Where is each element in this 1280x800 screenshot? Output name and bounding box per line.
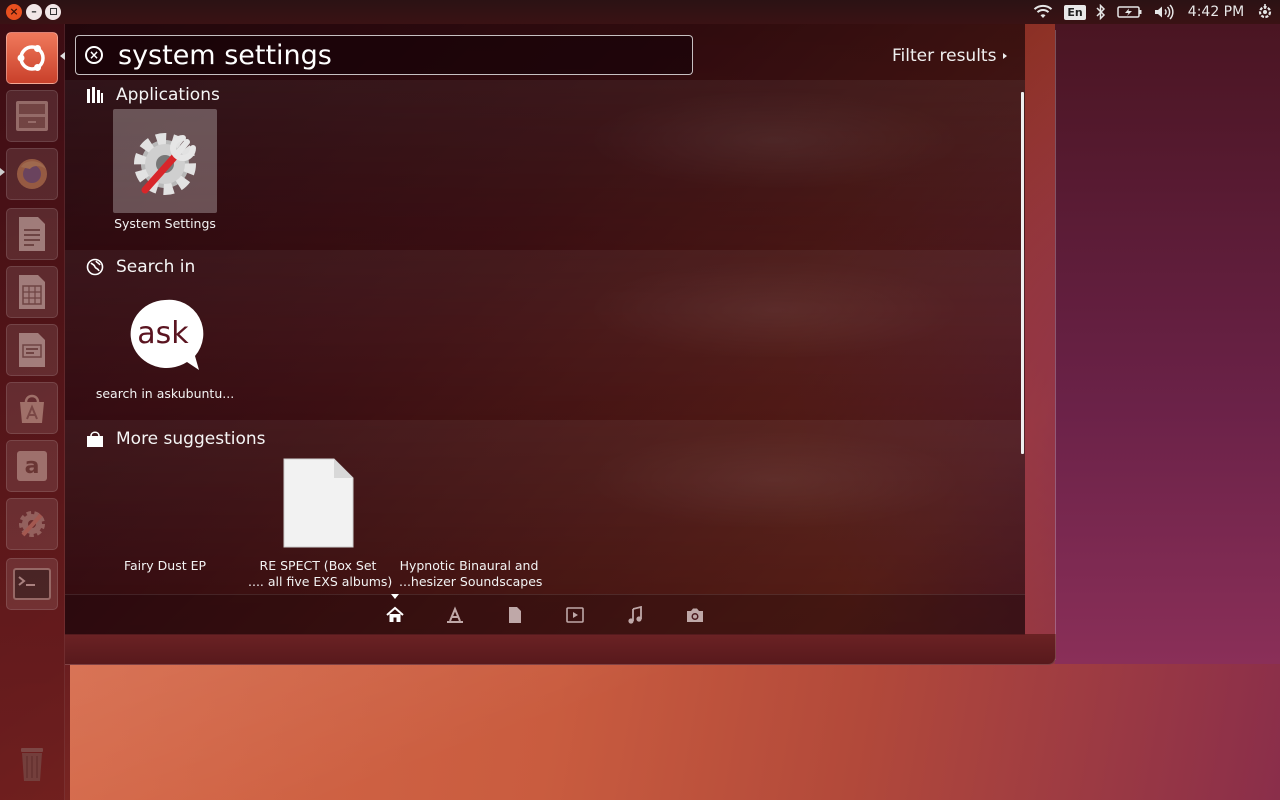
desktop-wallpaper-bottom bbox=[70, 664, 1280, 800]
amazon-icon: a bbox=[17, 451, 47, 481]
result-label: search in askubuntu... bbox=[95, 386, 235, 401]
lens-files[interactable] bbox=[504, 604, 526, 626]
askubuntu-icon: ask bbox=[130, 299, 204, 370]
category-applications[interactable]: Applications bbox=[86, 85, 220, 105]
lens-bar bbox=[65, 594, 1025, 635]
result-fairy-dust-ep[interactable]: Fairy Dust EP bbox=[95, 558, 235, 574]
applications-category-icon bbox=[86, 86, 104, 104]
category-title: More suggestions bbox=[116, 429, 266, 449]
files-lens-icon bbox=[509, 607, 521, 623]
generic-file-icon bbox=[283, 458, 354, 548]
result-label-line2: ...hesizer Soundscapes bbox=[399, 574, 543, 589]
minimize-button[interactable]: – bbox=[26, 4, 42, 20]
filter-arrow-icon[interactable] bbox=[1003, 53, 1007, 59]
search-query: system settings bbox=[118, 40, 332, 71]
dash-window-frame bbox=[65, 634, 1056, 665]
filter-results-button[interactable]: Filter results bbox=[892, 46, 996, 66]
session-gear-icon[interactable] bbox=[1254, 0, 1276, 24]
result-label-line1: Hypnotic Binaural and bbox=[399, 558, 539, 573]
keyboard-layout-label: En bbox=[1064, 4, 1086, 20]
launcher-impress[interactable] bbox=[6, 324, 58, 376]
launcher-software-center[interactable] bbox=[6, 382, 58, 434]
clock[interactable]: 4:42 PM bbox=[1186, 0, 1246, 24]
result-label-line1: RE SPECT (Box Set bbox=[259, 558, 377, 573]
impress-presentation-icon bbox=[19, 333, 45, 367]
result-respect-box-set[interactable]: RE SPECT (Box Set .... all five EXS albu… bbox=[248, 458, 393, 590]
system-settings-icon bbox=[134, 133, 196, 195]
globe-icon bbox=[86, 258, 104, 276]
lens-home[interactable] bbox=[384, 604, 406, 626]
result-label: System Settings bbox=[114, 216, 216, 231]
camera-icon bbox=[687, 608, 703, 622]
volume-icon[interactable] bbox=[1152, 0, 1176, 24]
keyboard-layout-indicator[interactable]: En bbox=[1064, 0, 1086, 24]
result-askubuntu[interactable]: ask search in askubuntu... bbox=[95, 296, 235, 402]
search-input[interactable]: × system settings bbox=[75, 35, 693, 75]
launcher-files[interactable] bbox=[6, 90, 58, 142]
maximize-button[interactable] bbox=[45, 4, 61, 20]
launcher-terminal[interactable] bbox=[6, 558, 58, 610]
running-indicator bbox=[0, 168, 5, 176]
launcher-writer[interactable] bbox=[6, 208, 58, 260]
result-label: Fairy Dust EP bbox=[123, 558, 207, 573]
svg-text:ask: ask bbox=[137, 316, 189, 351]
result-system-settings[interactable]: System Settings bbox=[95, 110, 235, 232]
terminal-icon bbox=[13, 568, 51, 600]
music-lens-icon bbox=[628, 606, 642, 624]
bluetooth-icon[interactable] bbox=[1092, 0, 1110, 24]
svg-text:a: a bbox=[25, 454, 40, 479]
result-label-line2: .... all five EXS albums) bbox=[248, 574, 393, 589]
lens-photos[interactable] bbox=[684, 604, 706, 626]
calc-spreadsheet-icon bbox=[19, 275, 45, 309]
ubuntu-logo-icon bbox=[17, 45, 45, 71]
category-search-in[interactable]: Search in bbox=[86, 257, 195, 277]
lens-video[interactable] bbox=[564, 604, 586, 626]
launcher-system-settings[interactable] bbox=[6, 498, 58, 550]
result-hypnotic-binaural[interactable]: Hypnotic Binaural and ...hesizer Soundsc… bbox=[399, 558, 543, 590]
home-icon bbox=[386, 606, 404, 622]
launcher-firefox[interactable] bbox=[6, 148, 58, 200]
launcher-dash-home[interactable] bbox=[6, 32, 58, 84]
launcher-calc[interactable] bbox=[6, 266, 58, 318]
results-scrollbar[interactable] bbox=[1021, 92, 1024, 454]
launcher-amazon[interactable]: a bbox=[6, 440, 58, 492]
category-title: Search in bbox=[116, 257, 196, 277]
writer-document-icon bbox=[19, 217, 45, 251]
desktop-wallpaper-right bbox=[1055, 24, 1280, 664]
active-lens-indicator bbox=[391, 594, 399, 599]
launcher-trash[interactable] bbox=[6, 738, 58, 790]
trash-icon bbox=[21, 748, 43, 781]
video-lens-icon bbox=[566, 607, 584, 623]
shopping-bag-icon bbox=[86, 430, 104, 448]
lens-applications[interactable] bbox=[444, 604, 466, 626]
top-panel: × – En 4:42 PM bbox=[0, 0, 1280, 24]
close-button[interactable]: × bbox=[6, 4, 22, 20]
lens-music[interactable] bbox=[624, 604, 646, 626]
firefox-icon bbox=[17, 159, 47, 189]
battery-icon[interactable] bbox=[1116, 0, 1144, 24]
clear-search-icon[interactable]: × bbox=[85, 46, 103, 64]
settings-gear-icon bbox=[19, 511, 45, 537]
category-more-suggestions[interactable]: More suggestions bbox=[86, 429, 266, 449]
wifi-icon[interactable] bbox=[1032, 0, 1054, 24]
category-title: Applications bbox=[116, 85, 220, 105]
software-center-bag-icon bbox=[20, 394, 44, 423]
applications-lens-icon bbox=[447, 606, 463, 623]
dash-pointer bbox=[60, 52, 65, 60]
file-cabinet-icon bbox=[16, 101, 48, 131]
